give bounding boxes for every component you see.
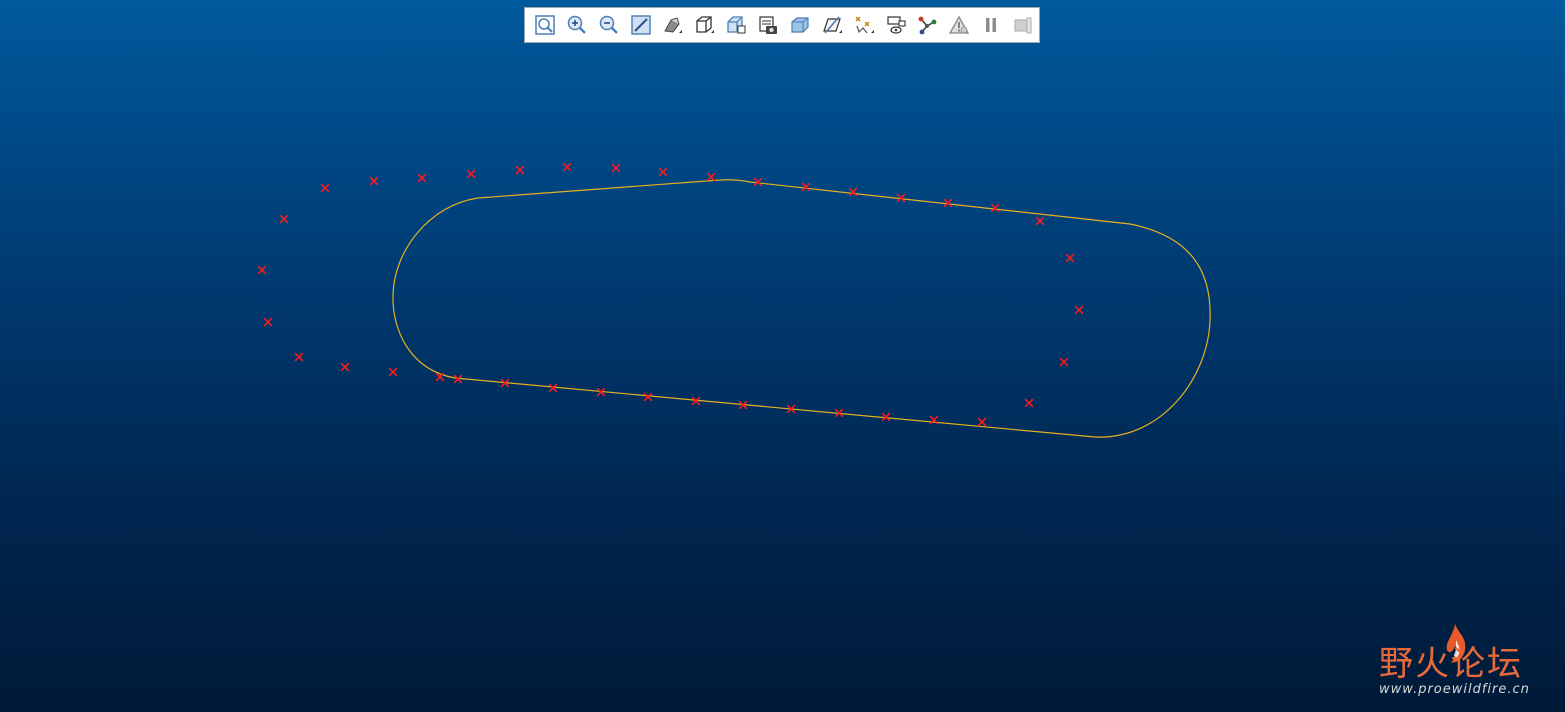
point-marker[interactable] xyxy=(801,182,811,192)
section-button[interactable] xyxy=(784,11,816,39)
point-marker[interactable] xyxy=(1065,253,1075,263)
zoom-in-button[interactable] xyxy=(561,11,593,39)
next-icon xyxy=(1014,17,1032,34)
saved-orientations-icon xyxy=(696,16,715,33)
closed-loop-curve xyxy=(392,179,1211,438)
point-marker[interactable] xyxy=(706,172,716,182)
display-style-button[interactable] xyxy=(657,11,689,39)
point-marker[interactable] xyxy=(643,392,653,402)
point-marker[interactable] xyxy=(977,417,987,427)
point-marker[interactable] xyxy=(340,362,350,372)
saved-orientations-button[interactable] xyxy=(688,11,720,39)
watermark-url: www.proewildfire.cn xyxy=(1379,682,1530,697)
point-marker[interactable] xyxy=(320,183,330,193)
point-marker[interactable] xyxy=(1074,305,1084,315)
watermark: 野火论坛 www.proewildfire.cn xyxy=(1373,622,1543,702)
perspective-button[interactable] xyxy=(752,11,784,39)
warning-icon xyxy=(949,15,970,34)
point-marker[interactable] xyxy=(388,367,398,377)
point-marker[interactable] xyxy=(990,203,1000,213)
point-marker[interactable] xyxy=(294,352,304,362)
section-icon xyxy=(791,17,809,33)
point-marker[interactable] xyxy=(562,162,572,172)
point-marker[interactable] xyxy=(611,163,621,173)
point-marker[interactable] xyxy=(1035,216,1045,226)
view-manager-button[interactable] xyxy=(720,11,752,39)
skeleton-icon xyxy=(919,16,937,35)
point-marker[interactable] xyxy=(263,317,273,327)
zoom-out-button[interactable] xyxy=(593,11,625,39)
point-marker[interactable] xyxy=(658,167,668,177)
sketch-canvas xyxy=(257,162,1211,438)
spin-center-icon xyxy=(886,16,906,34)
point-marker[interactable] xyxy=(466,169,476,179)
watermark-title: 野火论坛 xyxy=(1379,644,1523,684)
display-style-icon xyxy=(664,17,683,33)
warning-button[interactable] xyxy=(943,11,975,39)
datum-display-button[interactable] xyxy=(816,11,848,39)
point-markers xyxy=(257,162,1084,427)
spin-center-button[interactable] xyxy=(880,11,912,39)
point-marker[interactable] xyxy=(279,214,289,224)
point-marker[interactable] xyxy=(515,165,525,175)
datum-display-icon xyxy=(822,16,842,34)
annotation-display-button[interactable] xyxy=(848,11,880,39)
repaint-icon xyxy=(630,15,651,35)
next-button[interactable] xyxy=(1007,11,1039,39)
point-marker[interactable] xyxy=(848,187,858,197)
skeleton-button[interactable] xyxy=(912,11,944,39)
refit-icon xyxy=(535,15,555,35)
zoom-out-icon xyxy=(599,15,618,34)
refit-button[interactable] xyxy=(529,11,561,39)
point-marker[interactable] xyxy=(257,265,267,275)
view-manager-icon xyxy=(727,16,746,34)
point-marker[interactable] xyxy=(548,383,558,393)
repaint-button[interactable] xyxy=(625,11,657,39)
point-marker[interactable] xyxy=(1024,398,1034,408)
zoom-in-icon xyxy=(567,15,586,34)
point-marker[interactable] xyxy=(417,173,427,183)
point-marker[interactable] xyxy=(369,176,379,186)
perspective-icon xyxy=(759,16,778,34)
annotation-display-icon xyxy=(855,16,874,34)
view-toolbar xyxy=(524,7,1040,43)
pause-button[interactable] xyxy=(975,11,1007,39)
pause-icon xyxy=(986,18,997,32)
point-marker[interactable] xyxy=(1059,357,1069,367)
graphics-viewport[interactable]: 野火论坛 www.proewildfire.cn xyxy=(0,0,1565,712)
